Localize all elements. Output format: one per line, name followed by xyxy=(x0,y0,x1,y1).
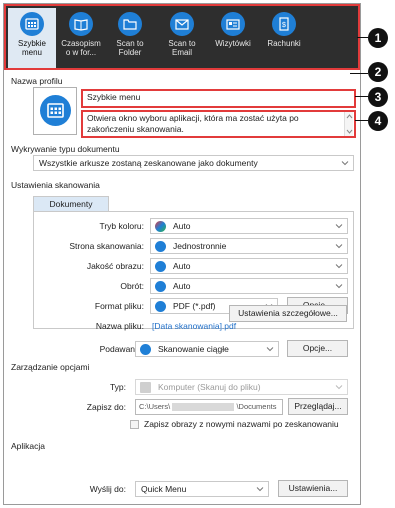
options-mgmt-label: Zarządzanie opcjami xyxy=(11,362,90,372)
advanced-settings-button[interactable]: Ustawienia szczegółowe... xyxy=(229,305,347,322)
scan-side-label: Strona skanowania: xyxy=(69,241,144,251)
profile-settings-window: Szybkie menu Czasopism o w for... Scan t… xyxy=(3,3,361,505)
toolbar-item-label: Wizytówki xyxy=(215,39,251,48)
callout-4-leader xyxy=(355,120,368,121)
file-format-value: PDF (*.pdf) xyxy=(173,301,216,311)
quality-select[interactable]: Auto xyxy=(150,258,348,274)
send-to-value: Quick Menu xyxy=(141,484,187,494)
quick-menu-icon xyxy=(40,95,71,126)
browse-button[interactable]: Przeglądaj... xyxy=(288,398,348,415)
description-scrollbar[interactable] xyxy=(344,112,353,136)
color-mode-label: Tryb koloru: xyxy=(99,221,144,231)
quality-icon xyxy=(155,261,166,272)
chevron-down-icon xyxy=(335,224,343,229)
callout-4: 4 xyxy=(368,111,388,131)
quality-value: Auto xyxy=(173,261,191,271)
color-mode-value: Auto xyxy=(173,221,191,231)
callout-2-leader xyxy=(350,73,368,74)
type-label: Typ: xyxy=(109,382,126,392)
scan-side-value: Jednostronnie xyxy=(173,241,227,251)
save-path-suffix: \Documents xyxy=(236,402,277,411)
feed-options-button[interactable]: Opcje... xyxy=(287,340,348,357)
save-to-label: Zapisz do: xyxy=(86,402,126,412)
quality-label: Jakość obrazu: xyxy=(86,261,144,271)
type-select[interactable]: Komputer (Skanuj do pliku) xyxy=(135,379,348,395)
save-path-prefix: C:\Users\ xyxy=(139,402,171,411)
chevron-down-icon xyxy=(256,487,264,492)
computer-icon xyxy=(140,382,151,393)
doc-detect-label: Wykrywanie typu dokumentu xyxy=(11,144,120,154)
scan-settings-label: Ustawienia skanowania xyxy=(11,180,100,190)
tab-documents[interactable]: Dokumenty xyxy=(33,196,109,212)
pdf-icon xyxy=(155,301,166,312)
receipt-icon: $ xyxy=(272,12,296,36)
toolbar-item-label: Scan to Folder xyxy=(116,39,144,57)
chevron-down-icon xyxy=(335,284,343,289)
profile-name-section-label: Nazwa profilu xyxy=(11,76,63,86)
callout-3-leader xyxy=(355,96,368,97)
rename-checkbox-label: Zapisz obrazy z nowymi nazwami po zeskan… xyxy=(144,419,339,429)
profile-description-text[interactable]: Otwiera okno wyboru aplikacji, która ma … xyxy=(83,112,344,136)
rotation-label: Obrót: xyxy=(120,281,144,291)
callout-1-leader xyxy=(357,37,368,38)
magazine-icon xyxy=(69,12,93,36)
quick-menu-icon xyxy=(20,12,44,36)
application-label: Aplikacja xyxy=(11,441,46,451)
callout-1: 1 xyxy=(368,28,388,48)
toolbar-item-scan-to-email[interactable]: Scan to Email xyxy=(160,8,204,68)
toolbar-item-label: Scan to Email xyxy=(168,39,196,57)
color-mode-select[interactable]: Auto xyxy=(150,218,348,234)
business-card-icon xyxy=(221,12,245,36)
file-format-label: Format pliku: xyxy=(94,301,144,311)
profile-name-input[interactable]: Szybkie menu xyxy=(83,91,354,106)
chevron-down-icon xyxy=(335,244,343,249)
send-to-label: Wyślij do: xyxy=(89,484,126,494)
feed-select[interactable]: Skanowanie ciągłe xyxy=(135,341,279,357)
toolbar-item-business-cards[interactable]: Wizytówki xyxy=(210,8,256,68)
chevron-down-icon xyxy=(335,264,343,269)
save-to-path-input[interactable]: C:\Users\ \Documents xyxy=(135,399,283,415)
toolbar-item-quick-menu[interactable]: Szybkie menu xyxy=(8,8,56,68)
send-to-select[interactable]: Quick Menu xyxy=(135,481,269,497)
profile-icon-frame[interactable] xyxy=(33,87,77,135)
toolbar-item-scan-to-folder[interactable]: Scan to Folder xyxy=(108,8,152,68)
callout-2: 2 xyxy=(368,62,388,82)
toolbar-item-receipts[interactable]: $ Rachunki xyxy=(262,8,306,68)
folder-icon xyxy=(118,12,142,36)
redacted-username xyxy=(172,403,235,412)
toolbar-item-label: Czasopism o w for... xyxy=(61,39,101,57)
doc-detect-value: Wszystkie arkusze zostaną zeskanowane ja… xyxy=(39,158,258,168)
rename-checkbox[interactable] xyxy=(130,420,139,429)
chevron-down-icon xyxy=(341,161,349,166)
chevron-down-icon xyxy=(266,347,274,352)
svg-text:$: $ xyxy=(282,22,286,29)
file-name-link[interactable]: [Data skanowania].pdf xyxy=(152,321,236,331)
callout-3: 3 xyxy=(368,87,388,107)
chevron-down-icon xyxy=(335,385,343,390)
continuous-scan-icon xyxy=(140,344,151,355)
scan-side-select[interactable]: Jednostronnie xyxy=(150,238,348,254)
app-settings-button[interactable]: Ustawienia... xyxy=(278,480,348,497)
toolbar-item-magazine[interactable]: Czasopism o w for... xyxy=(60,8,102,68)
simplex-icon xyxy=(155,241,166,252)
email-icon xyxy=(170,12,194,36)
rotation-icon xyxy=(155,281,166,292)
feed-value: Skanowanie ciągłe xyxy=(158,344,229,354)
toolbar-item-label: Szybkie menu xyxy=(17,39,46,57)
profile-toolbar: Szybkie menu Czasopism o w for... Scan t… xyxy=(4,4,360,70)
rotation-select[interactable]: Auto xyxy=(150,278,348,294)
rotation-value: Auto xyxy=(173,281,191,291)
feed-label: Podawanie: xyxy=(99,344,144,354)
toolbar-item-label: Rachunki xyxy=(267,39,301,48)
doc-detect-select[interactable]: Wszystkie arkusze zostaną zeskanowane ja… xyxy=(33,155,354,171)
file-name-label: Nazwa pliku: xyxy=(95,321,144,331)
type-value: Komputer (Skanuj do pliku) xyxy=(158,382,261,392)
color-mode-icon xyxy=(155,221,166,232)
